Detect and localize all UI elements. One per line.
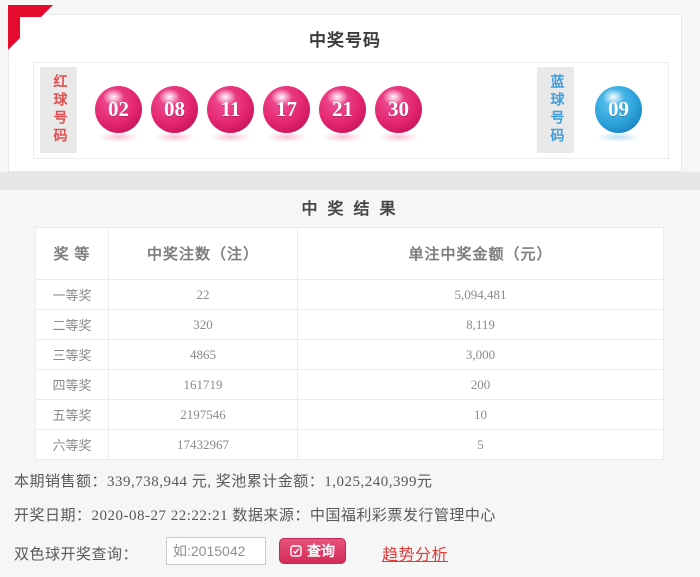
- issue-number-input[interactable]: [166, 537, 266, 565]
- results-title: 中 奖 结 果: [301, 201, 399, 218]
- red-ball-6: 30: [375, 86, 422, 142]
- amount-cell: 8,119: [297, 309, 664, 340]
- table-row: 一等奖 22 5,094,481: [35, 279, 664, 310]
- tier-cell: 一等奖: [35, 279, 109, 310]
- blue-ball-label: 蓝球号码: [537, 67, 574, 153]
- red-ball-3: 11: [207, 86, 254, 142]
- checkbox-check-icon: [290, 545, 302, 557]
- amount-cell: 10: [297, 399, 664, 430]
- table-row: 四等奖 161719 200: [35, 369, 664, 400]
- col-header-amount: 单注中奖金额（元）: [297, 227, 664, 280]
- red-ball-4: 17: [263, 86, 310, 142]
- count-cell: 161719: [108, 369, 298, 400]
- lottery-results-page: 中奖号码 红球号码 02 08 11 17 21 30 蓝球号码 09 中 奖 …: [0, 0, 700, 577]
- count-cell: 320: [108, 309, 298, 340]
- prize-table: 奖 等 中奖注数（注） 单注中奖金额（元） 一等奖 22 5,094,481 二…: [35, 227, 664, 460]
- winning-numbers-title: 中奖号码: [309, 31, 381, 50]
- tier-cell: 五等奖: [35, 399, 109, 430]
- col-header-count: 中奖注数（注）: [108, 227, 298, 280]
- table-row: 三等奖 4865 3,000: [35, 339, 664, 370]
- query-button-label: 查询: [307, 545, 335, 560]
- table-row: 二等奖 320 8,119: [35, 309, 664, 340]
- red-ball-2: 08: [151, 86, 198, 142]
- trend-analysis-link[interactable]: 趋势分析: [382, 541, 448, 565]
- tier-cell: 四等奖: [35, 369, 109, 400]
- query-label: 双色球开奖查询：: [14, 547, 139, 563]
- corner-ribbon-icon: [8, 5, 53, 50]
- blue-ball-1: 09: [595, 86, 642, 142]
- red-ball-1: 02: [95, 86, 142, 142]
- sales-info-text: 本期销售额：339,738,944 元, 奖池累计金额：1,025,240,39…: [14, 474, 433, 490]
- col-header-tier: 奖 等: [35, 227, 109, 280]
- section-divider: [0, 172, 700, 190]
- ball-panel: 红球号码 02 08 11 17 21 30 蓝球号码 09: [33, 62, 669, 159]
- table-row: 六等奖 17432967 5: [35, 429, 664, 460]
- count-cell: 22: [108, 279, 298, 310]
- tier-cell: 六等奖: [35, 429, 109, 460]
- draw-date-text: 开奖日期：2020-08-27 22:22:21 数据来源：中国福利彩票发行管理…: [14, 508, 496, 524]
- table-row: 五等奖 2197546 10: [35, 399, 664, 430]
- amount-cell: 3,000: [297, 339, 664, 370]
- amount-cell: 5: [297, 429, 664, 460]
- winning-numbers-card: 中奖号码 红球号码 02 08 11 17 21 30 蓝球号码 09: [8, 5, 682, 172]
- count-cell: 2197546: [108, 399, 298, 430]
- red-ball-label: 红球号码: [40, 67, 77, 153]
- query-row: 双色球开奖查询： 查询 趋势分析: [14, 535, 494, 567]
- amount-cell: 200: [297, 369, 664, 400]
- tier-cell: 三等奖: [35, 339, 109, 370]
- red-ball-5: 21: [319, 86, 366, 142]
- count-cell: 17432967: [108, 429, 298, 460]
- amount-cell: 5,094,481: [297, 279, 664, 310]
- query-button[interactable]: 查询: [279, 538, 346, 564]
- count-cell: 4865: [108, 339, 298, 370]
- tier-cell: 二等奖: [35, 309, 109, 340]
- table-header-row: 奖 等 中奖注数（注） 单注中奖金额（元）: [35, 227, 664, 280]
